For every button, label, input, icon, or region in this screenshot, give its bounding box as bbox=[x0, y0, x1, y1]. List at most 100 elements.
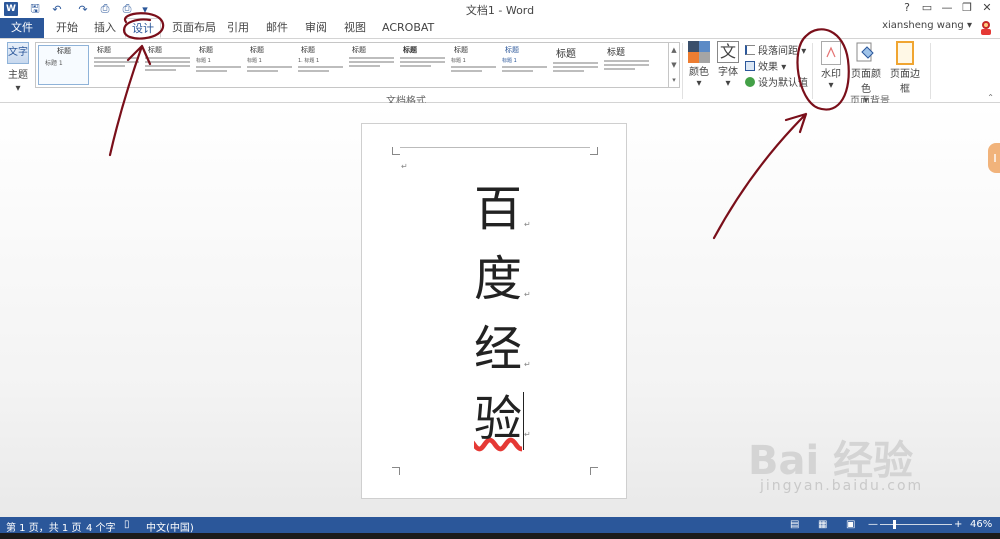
proofing-icon[interactable]: ▯ bbox=[124, 519, 130, 530]
style-set-item[interactable]: 标题 标题 1 bbox=[448, 45, 499, 85]
colors-label: 颜色 bbox=[689, 67, 709, 78]
style-set-item[interactable]: 标题 bbox=[346, 45, 397, 85]
tab-references[interactable]: 引用 bbox=[221, 18, 255, 38]
watermark-button[interactable]: 水印 ▾ bbox=[818, 41, 844, 91]
page-count[interactable]: 第 1 页，共 1 页 bbox=[6, 519, 81, 534]
word-count[interactable]: 4 个字 bbox=[86, 519, 116, 534]
colors-button[interactable]: 颜色 ▾ bbox=[685, 41, 713, 89]
read-mode-icon[interactable]: ▤ bbox=[790, 519, 799, 530]
baidu-jingyan-url: jingyan.baidu.com bbox=[760, 478, 924, 494]
page-color-label: 页面颜色 bbox=[851, 69, 881, 95]
avatar[interactable] bbox=[978, 19, 994, 35]
color-swatch bbox=[699, 41, 710, 52]
print-layout-icon[interactable]: ▦ bbox=[818, 519, 827, 530]
effects-label: 效果 bbox=[758, 62, 778, 73]
zoom-slider[interactable] bbox=[880, 520, 952, 529]
gallery-scroll-down-icon[interactable]: ▼ bbox=[669, 58, 679, 73]
zoom-level[interactable]: 46% bbox=[970, 519, 992, 530]
style-subheading: 标题 1 bbox=[502, 58, 517, 64]
paragraph-spacing-button[interactable]: 段落间距 ▾ bbox=[745, 42, 806, 57]
gallery-more-icon[interactable]: ▾ bbox=[669, 73, 679, 88]
close-button[interactable]: ✕ bbox=[978, 1, 996, 17]
style-set-item[interactable]: 标题 bbox=[550, 45, 601, 85]
tab-design[interactable]: 设计 bbox=[125, 18, 161, 38]
document-text-char[interactable]: 百 bbox=[474, 181, 524, 237]
paragraph-mark: ↵ bbox=[524, 430, 531, 439]
style-set-item[interactable]: 标题 bbox=[91, 45, 142, 85]
restore-button[interactable]: ❐ bbox=[958, 1, 976, 17]
paragraph-mark: ↵ bbox=[401, 162, 408, 171]
crop-mark bbox=[590, 147, 598, 155]
fonts-button[interactable]: 文 字体 ▾ bbox=[714, 41, 742, 89]
style-heading: 标题 bbox=[199, 46, 213, 54]
tab-home[interactable]: 开始 bbox=[50, 18, 84, 38]
color-swatch bbox=[688, 52, 699, 63]
ribbon-display-options-button[interactable]: ▭ bbox=[918, 1, 936, 17]
style-heading: 标题 bbox=[97, 46, 111, 54]
style-subheading: 标题 1 bbox=[451, 58, 466, 64]
document-page[interactable]: ↵ 百 ↵ 度 ↵ 经 ↵ 验 ↵ bbox=[361, 123, 627, 499]
text-cursor bbox=[523, 392, 524, 450]
tab-mailings[interactable]: 邮件 bbox=[260, 18, 294, 38]
themes-dropdown-icon: ▾ bbox=[15, 83, 21, 94]
style-set-item[interactable]: 标题 标题 1 bbox=[38, 45, 89, 85]
style-heading: 标题 bbox=[301, 46, 315, 54]
side-panel-handle[interactable]: ‖ bbox=[988, 143, 1000, 173]
document-text-char[interactable]: 经 bbox=[474, 321, 524, 377]
fonts-icon: 文 bbox=[717, 41, 739, 63]
tab-insert[interactable]: 插入 bbox=[88, 18, 122, 38]
set-as-default-button[interactable]: 设为默认值 bbox=[745, 74, 808, 89]
style-set-item[interactable]: 标题 标题 1 bbox=[244, 45, 295, 85]
gallery-scroll-up-icon[interactable]: ▲ bbox=[669, 43, 679, 58]
style-subheading: 标题 1 bbox=[196, 58, 211, 64]
zoom-in-button[interactable]: + bbox=[954, 519, 962, 530]
style-subheading: 标题 1 bbox=[45, 60, 63, 67]
page-color-icon bbox=[855, 41, 877, 65]
style-set-item[interactable]: 标题 bbox=[397, 45, 448, 85]
style-set-item[interactable]: 标题 bbox=[142, 45, 193, 85]
style-heading: 标题 bbox=[556, 49, 576, 60]
document-text-char[interactable]: 度 bbox=[474, 251, 524, 307]
zoom-out-button[interactable]: — bbox=[868, 519, 878, 530]
language-indicator[interactable]: 中文(中国) bbox=[146, 519, 194, 534]
group-separator bbox=[930, 43, 931, 99]
help-button[interactable]: ? bbox=[898, 1, 916, 17]
ribbon-tabs: 文件 开始 插入 设计 页面布局 引用 邮件 审阅 视图 ACROBAT xia… bbox=[0, 18, 1000, 38]
watermark-label: 水印 bbox=[821, 69, 841, 80]
tab-file[interactable]: 文件 bbox=[0, 18, 44, 38]
effects-button[interactable]: 效果 ▾ bbox=[745, 58, 787, 73]
set-as-default-label: 设为默认值 bbox=[758, 78, 808, 89]
colors-icon bbox=[688, 41, 710, 63]
style-set-gallery[interactable]: 标题 标题 1 标题 标题 标题 标题 1 标题 标题 1 标题 1. 标题 1… bbox=[35, 42, 669, 88]
group-separator bbox=[682, 43, 683, 99]
user-name: xiansheng wang bbox=[882, 20, 964, 31]
style-set-item[interactable]: 标题 bbox=[601, 45, 652, 85]
tab-review[interactable]: 审阅 bbox=[299, 18, 333, 38]
paragraph-spacing-icon bbox=[745, 45, 755, 55]
tab-view[interactable]: 视图 bbox=[338, 18, 372, 38]
tab-acrobat[interactable]: ACROBAT bbox=[376, 18, 440, 38]
style-subheading: 1. 标题 1 bbox=[298, 58, 320, 64]
ribbon-design: 文字 主题 ▾ 标题 标题 1 标题 标题 标题 标题 1 标题 标题 1 标题… bbox=[0, 38, 1000, 107]
status-bar: 第 1 页，共 1 页 4 个字 ▯ 中文(中国) ▤ ▦ ▣ — + 46% bbox=[0, 517, 1000, 534]
header-boundary bbox=[400, 147, 590, 148]
style-set-item[interactable]: 标题 1. 标题 1 bbox=[295, 45, 346, 85]
tab-page-layout[interactable]: 页面布局 bbox=[166, 18, 222, 38]
themes-icon: 文字 bbox=[7, 42, 29, 64]
effects-dropdown-icon: ▾ bbox=[781, 62, 787, 73]
style-set-item[interactable]: 标题 标题 1 bbox=[499, 45, 550, 85]
themes-button[interactable]: 文字 主题 ▾ bbox=[3, 42, 33, 94]
user-account[interactable]: xiansheng wang ▾ bbox=[882, 20, 972, 31]
minimize-button[interactable]: — bbox=[938, 1, 956, 17]
paragraph-spacing-label: 段落间距 bbox=[758, 46, 798, 57]
page-borders-label: 页面边框 bbox=[890, 69, 920, 95]
document-text-char[interactable]: 验 bbox=[474, 391, 524, 447]
group-separator bbox=[812, 43, 813, 99]
collapse-ribbon-icon[interactable]: ⌃ bbox=[987, 93, 994, 102]
style-set-item[interactable]: 标题 标题 1 bbox=[193, 45, 244, 85]
crop-mark bbox=[590, 467, 598, 475]
gallery-scroll: ▲ ▼ ▾ bbox=[669, 42, 680, 88]
zoom-slider-thumb[interactable] bbox=[893, 520, 897, 529]
web-layout-icon[interactable]: ▣ bbox=[846, 519, 855, 530]
page-borders-button[interactable]: 页面边框 bbox=[886, 41, 924, 95]
